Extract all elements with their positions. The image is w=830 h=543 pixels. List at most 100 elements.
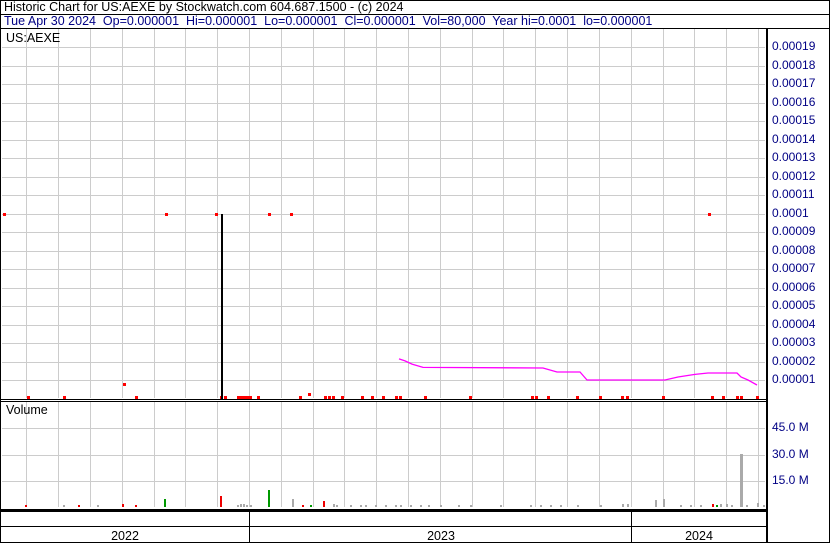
volume-bar bbox=[292, 499, 294, 507]
volume-bar bbox=[246, 505, 248, 507]
volume-bar bbox=[627, 504, 629, 507]
volume-bar bbox=[240, 504, 242, 507]
volume-bar bbox=[540, 505, 542, 507]
volume-bar bbox=[420, 505, 422, 507]
axis-tick-label: 0.00019 bbox=[772, 39, 816, 53]
trade-mark-dot bbox=[328, 396, 331, 399]
trade-mark-dot bbox=[708, 213, 711, 216]
price-gridline bbox=[2, 214, 765, 215]
volume-bar bbox=[500, 505, 502, 507]
axis-tick-label: 0.00001 bbox=[772, 372, 816, 386]
volume-bar bbox=[550, 505, 552, 507]
trade-mark-dot bbox=[165, 213, 168, 216]
axis-tick-label: 0.00013 bbox=[772, 150, 816, 164]
trade-mark-dot bbox=[531, 396, 534, 399]
volume-bar bbox=[385, 505, 387, 507]
trade-mark-dot bbox=[662, 396, 665, 399]
stock-chart-window: Historic Chart for US:AEXE by Stockwatch… bbox=[0, 0, 830, 543]
axis-tick-label: 0.0001 bbox=[772, 206, 809, 220]
volume-bar bbox=[622, 504, 624, 507]
volume-gridline bbox=[2, 455, 765, 456]
volume-bar bbox=[731, 505, 733, 507]
axis-tick-label: 0.00014 bbox=[772, 132, 816, 146]
volume-bar bbox=[400, 505, 402, 507]
trade-mark-dot bbox=[711, 396, 714, 399]
price-gridline bbox=[2, 380, 765, 381]
volume-bar bbox=[712, 504, 714, 507]
volume-bar bbox=[410, 505, 412, 507]
trade-mark-dot bbox=[123, 383, 126, 386]
trade-mark-dot bbox=[395, 396, 398, 399]
volume-gridline bbox=[2, 428, 765, 429]
axis-tick-label: 0.00008 bbox=[772, 243, 816, 257]
trade-mark-dot bbox=[27, 396, 30, 399]
trade-mark-dot bbox=[740, 396, 743, 399]
price-gridline bbox=[2, 121, 765, 122]
volume-bar bbox=[763, 505, 765, 507]
volume-bar bbox=[122, 504, 124, 507]
price-gridline bbox=[2, 66, 765, 67]
year-label-2024: 2024 bbox=[685, 529, 713, 543]
price-gridline bbox=[2, 158, 765, 159]
volume-bar bbox=[746, 505, 748, 507]
volume-bar bbox=[333, 504, 335, 507]
volume-bar bbox=[243, 504, 245, 507]
axis-tick-label: 0.00016 bbox=[772, 95, 816, 109]
volume-bar bbox=[360, 505, 362, 507]
volume-bar bbox=[395, 505, 397, 507]
trade-mark-dot bbox=[722, 396, 725, 399]
trade-mark-dot bbox=[290, 213, 293, 216]
price-gridline bbox=[2, 195, 765, 196]
volume-bar bbox=[440, 505, 442, 507]
trade-mark-dot bbox=[736, 396, 739, 399]
trade-mark-dot bbox=[135, 396, 138, 399]
volume-bar bbox=[700, 505, 702, 507]
year-label-2023: 2023 bbox=[427, 529, 455, 543]
trade-mark-dot bbox=[424, 396, 427, 399]
axis-tick-label: 0.00007 bbox=[772, 261, 816, 275]
trade-mark-dot bbox=[576, 396, 579, 399]
trade-mark-dot bbox=[361, 396, 364, 399]
price-gridline bbox=[2, 177, 765, 178]
volume-bar bbox=[336, 505, 338, 507]
year-divider-2023 bbox=[249, 510, 250, 542]
axis-tick-label: 0.00005 bbox=[772, 298, 816, 312]
volume-bar bbox=[365, 505, 367, 507]
trade-mark-dot bbox=[756, 396, 759, 399]
axis-tick-label: 0.00003 bbox=[772, 335, 816, 349]
trade-mark-dot bbox=[249, 396, 252, 399]
volume-bar bbox=[310, 505, 312, 507]
volume-bar bbox=[428, 505, 430, 507]
plot-right-border bbox=[766, 29, 768, 542]
axis-tick-label: 15.0 M bbox=[772, 473, 809, 487]
volume-bar bbox=[268, 490, 270, 507]
trade-mark-dot bbox=[626, 396, 629, 399]
price-gridline bbox=[2, 84, 765, 85]
axis-tick-label: 0.00011 bbox=[772, 187, 815, 201]
axis-tick-label: 0.00012 bbox=[772, 169, 816, 183]
volume-bar bbox=[323, 501, 325, 507]
price-gridline bbox=[2, 269, 765, 270]
trade-mark-dot bbox=[299, 396, 302, 399]
axis-tick-label: 0.00006 bbox=[772, 280, 816, 294]
price-gridline bbox=[2, 325, 765, 326]
axis-tick-label: 45.0 M bbox=[772, 420, 809, 434]
price-gridline bbox=[2, 362, 765, 363]
trade-mark-dot bbox=[63, 396, 66, 399]
volume-bar bbox=[237, 505, 239, 507]
volume-bar bbox=[458, 505, 460, 507]
trade-mark-dot bbox=[599, 396, 602, 399]
volume-bar bbox=[720, 504, 722, 507]
axis-tick-label: 0.00017 bbox=[772, 76, 816, 90]
volume-bar bbox=[655, 500, 657, 507]
volume-bar bbox=[716, 505, 718, 507]
trade-mark-dot bbox=[257, 396, 260, 399]
axis-tick-label: 0.00004 bbox=[772, 317, 816, 331]
trade-mark-dot bbox=[547, 396, 550, 399]
price-gridline bbox=[2, 306, 765, 307]
x-axis-tick-band bbox=[1, 510, 767, 527]
volume-bar bbox=[78, 505, 80, 507]
volume-bar bbox=[663, 499, 665, 507]
price-spike bbox=[221, 214, 223, 399]
volume-bar bbox=[220, 496, 222, 507]
